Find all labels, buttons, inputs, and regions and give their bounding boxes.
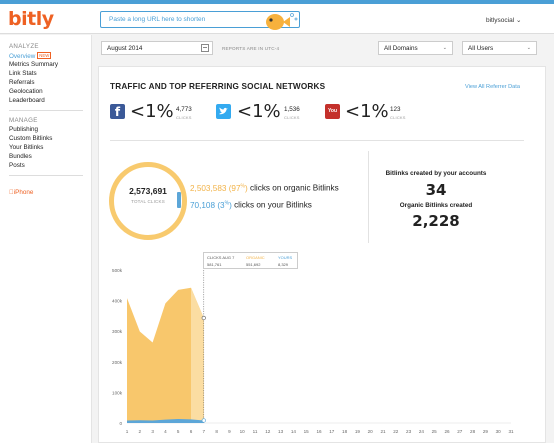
x-tick-label: 13: [278, 429, 284, 434]
x-tick-label: 23: [406, 429, 412, 434]
x-tick-label: 18: [342, 429, 348, 434]
x-tick-label: 28: [470, 429, 476, 434]
x-tick-label: 21: [380, 429, 386, 434]
x-tick-label: 9: [228, 429, 231, 434]
clicks-area-chart: 0100k200k300k400k500k1 2 3 4 5 6 7 8 9 10 11 12 13 14…: [112, 258, 514, 434]
x-tick-label: 7: [203, 429, 206, 434]
series-organic-partial-area: [191, 287, 204, 423]
tooltip-date-label: CLICKS AUG 7: [207, 255, 235, 260]
x-tick-label: 31: [508, 429, 514, 434]
x-tick-label: 17: [329, 429, 335, 434]
x-tick-label: 10: [240, 429, 246, 434]
x-tick-label: 2: [139, 429, 142, 434]
x-tick-label: 1: [126, 429, 129, 434]
tooltip-organic-label: ORGANIC: [246, 255, 265, 260]
x-tick-label: 8: [215, 429, 218, 434]
tooltip-organic-value: 551,692: [246, 262, 261, 267]
tooltip-yours-label: YOURS: [278, 255, 293, 260]
organic-point-marker: [201, 315, 206, 321]
y-tick-label: 400k: [112, 299, 123, 304]
yours-point-marker: [201, 418, 206, 423]
tooltip-date-value: 581,761: [207, 262, 222, 267]
x-tick-label: 30: [496, 429, 502, 434]
y-tick-label: 500k: [112, 268, 123, 273]
x-tick-label: 16: [316, 429, 322, 434]
y-tick-label: 100k: [112, 390, 123, 395]
x-tick-label: 5: [177, 429, 180, 434]
x-tick-label: 11: [253, 429, 258, 434]
y-tick-label: 300k: [112, 329, 123, 334]
x-tick-label: 27: [457, 429, 463, 434]
y-tick-label: 0: [119, 421, 122, 426]
x-tick-label: 25: [432, 429, 438, 434]
x-tick-label: 20: [368, 429, 374, 434]
x-tick-label: 14: [291, 429, 297, 434]
x-tick-label: 19: [355, 429, 361, 434]
chart-tooltip: CLICKS AUG 7 ORGANIC YOURS 581,761 551,6…: [203, 252, 298, 269]
tooltip-yours-value: 8,329: [278, 262, 289, 267]
x-tick-label: 29: [483, 429, 489, 434]
x-tick-label: 24: [419, 429, 425, 434]
x-tick-label: 26: [444, 429, 450, 434]
x-tick-label: 4: [164, 429, 167, 434]
y-tick-label: 200k: [112, 360, 123, 365]
x-tick-label: 3: [151, 429, 154, 434]
x-tick-label: 15: [304, 429, 310, 434]
x-tick-label: 22: [393, 429, 399, 434]
x-tick-label: 12: [265, 429, 271, 434]
x-tick-label: 6: [190, 429, 193, 434]
